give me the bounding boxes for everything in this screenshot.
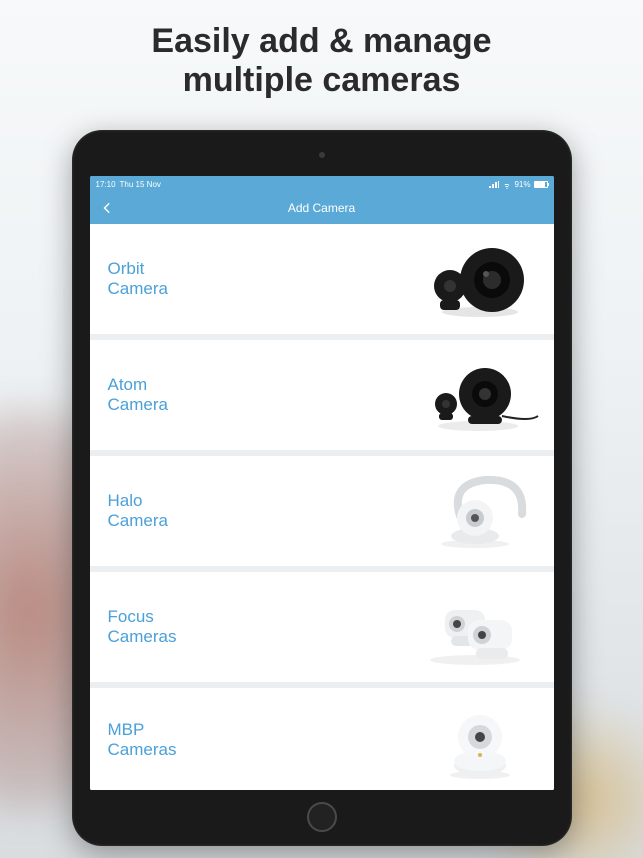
back-button[interactable] [100,200,116,216]
list-item-mbp-cameras[interactable]: MBP Cameras [90,688,554,790]
tablet-screen: 17:10 Thu 15 Nov 91% Add Camera Orbit Ca… [90,176,554,790]
label-line2: Camera [108,511,168,531]
home-button[interactable] [307,802,337,832]
promo-headline: Easily add & manage multiple cameras [0,0,643,118]
status-bar: 17:10 Thu 15 Nov 91% [90,176,554,192]
arrow-left-icon [101,201,115,215]
label-line2: Cameras [108,627,177,647]
signal-icon [489,181,499,188]
nav-bar: Add Camera [90,192,554,224]
atom-camera-icon [390,350,540,440]
list-item-label: MBP Cameras [108,720,177,761]
battery-icon [534,181,548,188]
status-time: 17:10 [96,180,116,189]
list-item-label: Focus Cameras [108,607,177,648]
list-item-label: Halo Camera [108,491,168,532]
tablet-device-frame: 17:10 Thu 15 Nov 91% Add Camera Orbit Ca… [72,130,572,846]
label-line2: Cameras [108,740,177,760]
orbit-camera-icon [390,234,540,324]
promo-headline-line2: multiple cameras [183,61,461,99]
camera-type-list[interactable]: Orbit Camera [90,224,554,790]
label-line2: Camera [108,395,168,415]
label-line1: Atom [108,375,168,395]
status-battery-pct: 91% [514,180,530,189]
label-line1: Halo [108,491,168,511]
list-item-orbit-camera[interactable]: Orbit Camera [90,224,554,334]
label-line1: MBP [108,720,177,740]
mbp-cameras-icon [390,695,540,785]
promo-headline-line1: Easily add & manage [151,22,491,60]
list-item-focus-cameras[interactable]: Focus Cameras [90,572,554,682]
label-line1: Focus [108,607,177,627]
label-line1: Orbit [108,259,168,279]
status-date: Thu 15 Nov [120,180,161,189]
list-item-atom-camera[interactable]: Atom Camera [90,340,554,450]
halo-camera-icon [390,466,540,556]
list-item-halo-camera[interactable]: Halo Camera [90,456,554,566]
label-line2: Camera [108,279,168,299]
wifi-icon [502,181,511,188]
list-item-label: Orbit Camera [108,259,168,300]
focus-cameras-icon [390,582,540,672]
list-item-label: Atom Camera [108,375,168,416]
nav-title: Add Camera [288,201,355,215]
